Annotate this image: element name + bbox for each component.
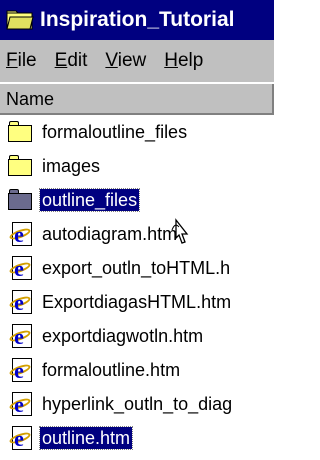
list-item[interactable]: e autodiagram.htm: [0, 217, 274, 251]
list-item-label: export_outln_toHTML.h: [42, 258, 231, 278]
list-item-label: autodiagram.htm: [42, 224, 178, 244]
folder-icon: [6, 9, 34, 31]
title-bar[interactable]: Inspiration_Tutorial: [0, 0, 274, 40]
ie-html-file-icon: e: [8, 392, 34, 416]
list-item[interactable]: e formaloutline.htm: [0, 353, 274, 387]
list-item[interactable]: formaloutline_files: [0, 115, 274, 149]
list-item-label: hyperlink_outln_to_diag: [42, 394, 233, 414]
folder-icon: [8, 188, 34, 212]
menu-file[interactable]: File: [6, 50, 37, 72]
list-item-label: images: [42, 156, 101, 176]
list-item-label: formaloutline.htm: [42, 360, 181, 380]
list-item[interactable]: e export_outln_toHTML.h: [0, 251, 274, 285]
menu-help[interactable]: Help: [164, 50, 203, 72]
list-item[interactable]: e outline.htm: [0, 421, 274, 455]
column-header-name[interactable]: Name: [0, 82, 274, 115]
list-item-label: outline.htm: [38, 426, 134, 450]
ie-html-file-icon: e: [8, 222, 34, 246]
ie-html-file-icon: e: [8, 358, 34, 382]
menu-view[interactable]: View: [105, 50, 146, 72]
ie-html-file-icon: e: [8, 426, 34, 450]
list-item[interactable]: e ExportdiagasHTML.htm: [0, 285, 274, 319]
list-item-label: formaloutline_files: [42, 122, 188, 142]
folder-icon: [8, 120, 34, 144]
list-item-label: outline_files: [38, 188, 141, 212]
list-item-label: ExportdiagasHTML.htm: [42, 292, 232, 312]
column-header-label: Name: [6, 89, 55, 109]
ie-html-file-icon: e: [8, 290, 34, 314]
list-item[interactable]: e exportdiagwotln.htm: [0, 319, 274, 353]
menu-edit[interactable]: Edit: [55, 50, 88, 72]
ie-html-file-icon: e: [8, 256, 34, 280]
folder-icon: [8, 154, 34, 178]
mouse-cursor-icon: [171, 218, 189, 244]
menu-bar: File Edit View Help: [0, 40, 274, 82]
window-title: Inspiration_Tutorial: [40, 8, 235, 31]
list-item[interactable]: e hyperlink_outln_to_diag: [0, 387, 274, 421]
list-item[interactable]: images: [0, 149, 274, 183]
list-item-label: exportdiagwotln.htm: [42, 326, 204, 346]
ie-html-file-icon: e: [8, 324, 34, 348]
list-item[interactable]: outline_files: [0, 183, 274, 217]
